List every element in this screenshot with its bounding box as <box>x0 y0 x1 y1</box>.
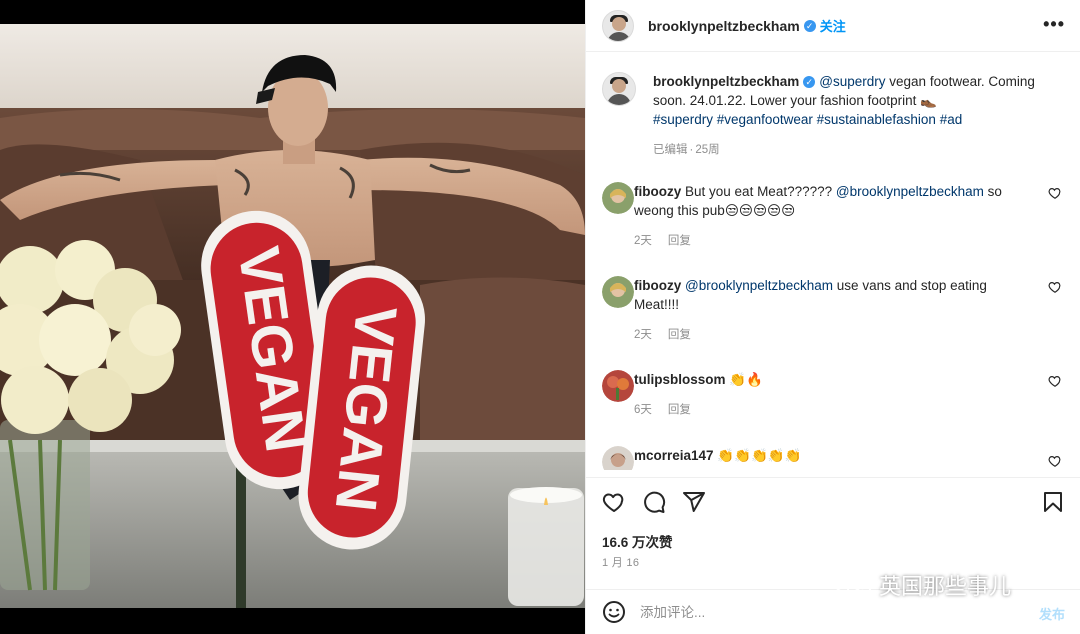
caption-time[interactable]: 25周 <box>695 144 719 156</box>
comment-text: 👏🔥 <box>729 372 763 387</box>
post-side-panel: brooklynpeltzbeckham ✓ 关注 ••• brooklynpe… <box>585 0 1080 634</box>
caption-hashtags[interactable]: #superdry #veganfootwear #sustainablefas… <box>653 112 962 127</box>
comment-time[interactable]: 2天 <box>634 235 652 247</box>
like-count[interactable]: 16.6 万次赞 <box>602 531 673 551</box>
comment-mention-link[interactable]: @brooklynpeltzbeckham <box>685 278 833 293</box>
like-comment-heart-icon[interactable] <box>1048 186 1062 200</box>
commenter-avatar[interactable] <box>602 446 634 470</box>
comment-text: 👏👏👏👏👏 <box>717 448 802 463</box>
comment-text: But you eat Meat?????? <box>685 184 836 199</box>
comments-list[interactable]: brooklynpeltzbeckham ✓ @superdry vegan foo… <box>586 58 1080 470</box>
caption-meta: 已编辑 · 25周 <box>653 141 1053 160</box>
comment-username[interactable]: tulipsblossom <box>634 372 726 387</box>
author-username[interactable]: brooklynpeltzbeckham <box>648 18 800 34</box>
comment-username[interactable]: mcorreia147 <box>634 448 714 463</box>
comment-username[interactable]: fiboozy <box>634 278 681 293</box>
caption-mention-link[interactable]: @superdry <box>819 74 885 89</box>
commenter-avatar[interactable] <box>602 276 634 308</box>
reply-button[interactable]: 回复 <box>668 329 691 341</box>
author-avatar[interactable] <box>602 9 634 42</box>
comment-item: fiboozy @brooklynpeltzbeckham use vans a… <box>602 276 1062 345</box>
reply-button[interactable]: 回复 <box>668 404 691 416</box>
commenter-avatar[interactable] <box>602 182 634 214</box>
verified-badge-icon: ✓ <box>803 19 816 32</box>
post-comment-button[interactable]: 发布 <box>1039 604 1065 623</box>
meta-separator: · <box>689 144 694 156</box>
photo-illustration: VEGAN VEGAN <box>0 0 585 634</box>
like-comment-heart-icon[interactable] <box>1048 454 1062 468</box>
comment-meta: 2天 回复 <box>634 232 1034 251</box>
comment-meta: 6天 回复 <box>634 401 1034 420</box>
watermark: 英国那些事儿 <box>833 569 1011 601</box>
more-options-icon[interactable]: ••• <box>1043 14 1065 35</box>
wechat-logo-icon <box>834 572 871 599</box>
comment-time[interactable]: 6天 <box>634 404 652 416</box>
caption: brooklynpeltzbeckham ✓ @superdry vegan foo… <box>602 72 1062 160</box>
caption-avatar[interactable] <box>602 72 636 106</box>
like-comment-heart-icon[interactable] <box>1048 374 1062 388</box>
comment-mention-link[interactable]: @brooklynpeltzbeckham <box>836 184 984 199</box>
post-header: brooklynpeltzbeckham ✓ 关注 ••• <box>586 0 1080 52</box>
post-date[interactable]: 1 月 16 <box>602 554 639 570</box>
like-comment-heart-icon[interactable] <box>1048 280 1062 294</box>
commenter-avatar[interactable] <box>602 370 634 402</box>
caption-username[interactable]: brooklynpeltzbeckham <box>653 74 799 89</box>
like-heart-icon[interactable] <box>602 490 626 514</box>
emoji-smiley-icon[interactable] <box>602 600 626 624</box>
comment-item: fiboozy But you eat Meat?????? @brooklyn… <box>602 182 1062 251</box>
reply-button[interactable]: 回复 <box>668 235 691 247</box>
edited-label: 已编辑 <box>653 144 688 156</box>
verified-badge-icon: ✓ <box>803 76 816 89</box>
comment-meta: 2天 回复 <box>634 326 1034 345</box>
post-photo[interactable]: VEGAN VEGAN <box>0 0 585 634</box>
comment-item: mcorreia147 👏👏👏👏👏 <box>602 446 1062 470</box>
bookmark-icon[interactable] <box>1041 490 1065 514</box>
comment-bubble-icon[interactable] <box>642 490 666 514</box>
comment-username[interactable]: fiboozy <box>634 184 681 199</box>
candle <box>508 487 584 606</box>
comment-time[interactable]: 2天 <box>634 329 652 341</box>
watermark-text: 英国那些事儿 <box>879 574 1012 599</box>
comment-item: tulipsblossom 👏🔥 6天 回复 <box>602 370 1062 420</box>
comment-input[interactable] <box>640 604 980 620</box>
share-paper-plane-icon[interactable] <box>682 490 706 514</box>
follow-button[interactable]: 关注 <box>820 16 846 35</box>
